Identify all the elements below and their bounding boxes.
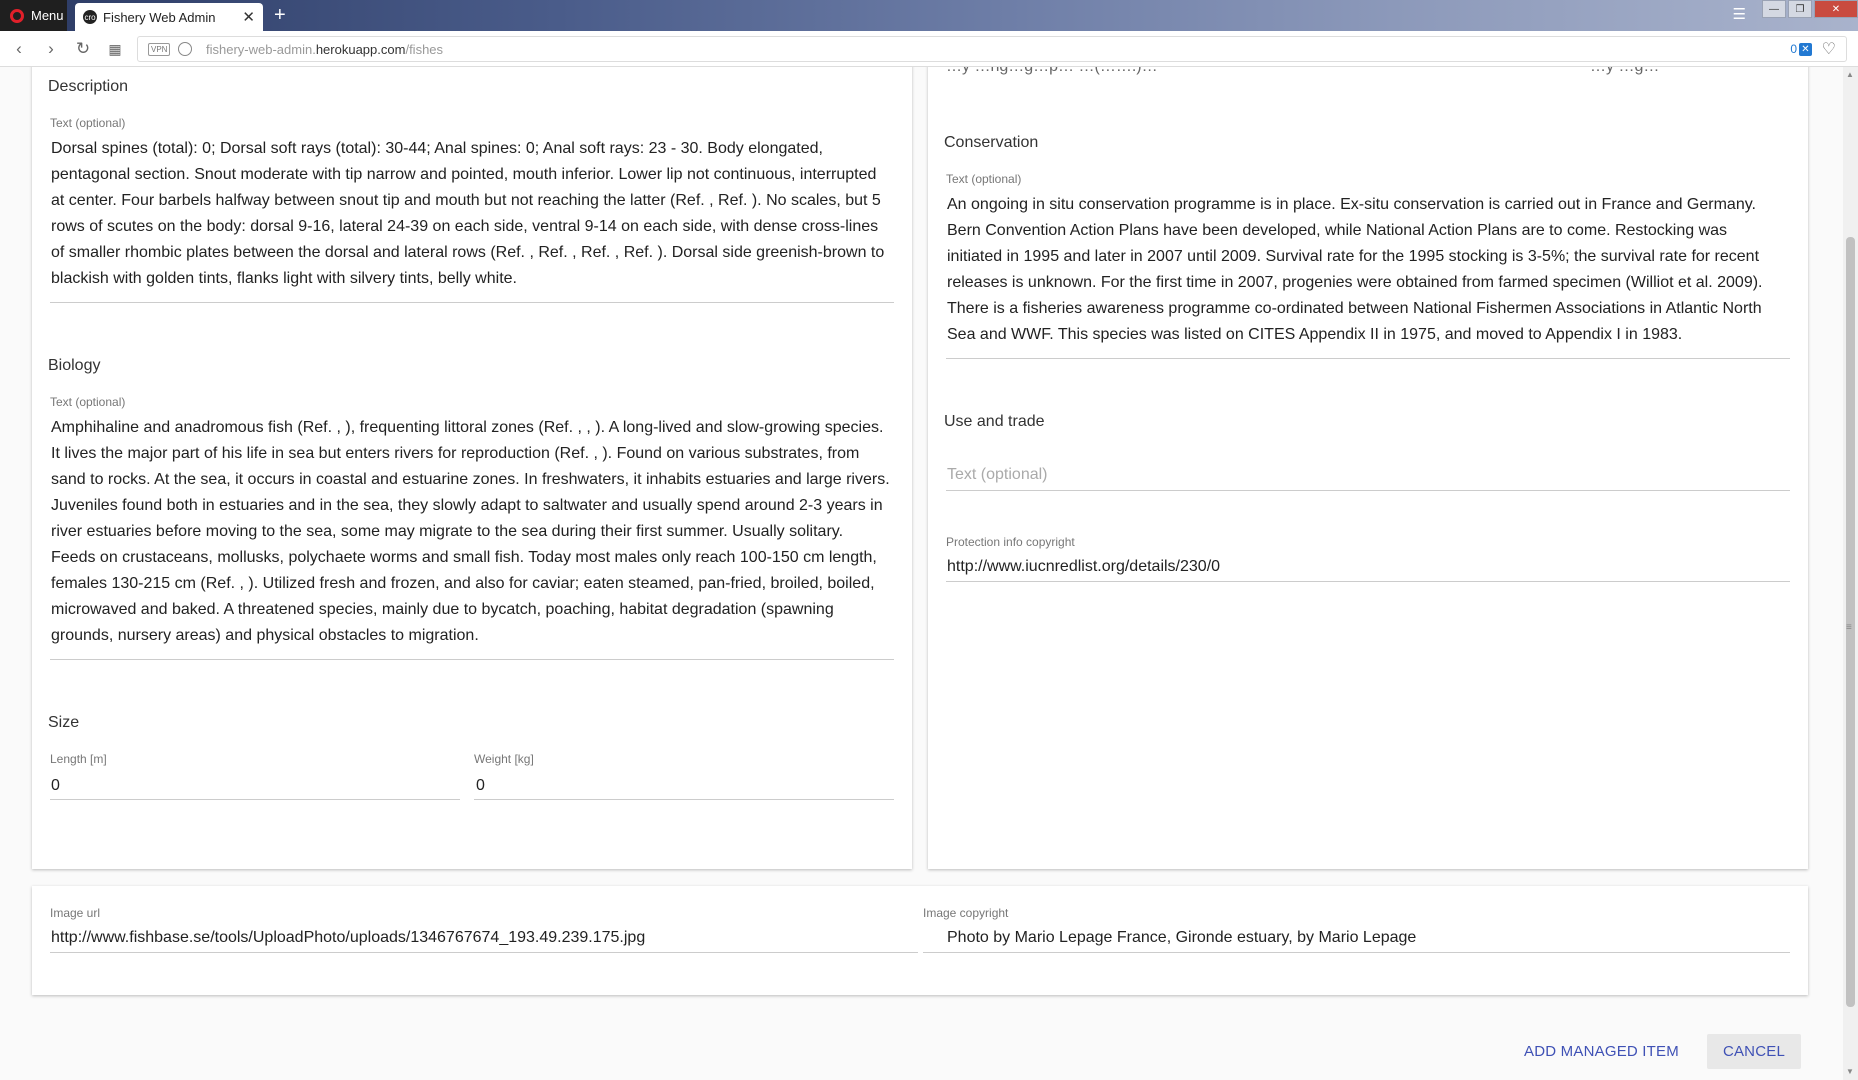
text-line: females 130-215 cm (Ref. , ). Utilized f… bbox=[51, 575, 875, 592]
text-line: rows of scutes on the body: dorsal 9-16,… bbox=[51, 218, 879, 235]
scroll-down-icon[interactable]: ▼ bbox=[1846, 1067, 1854, 1076]
text-line: It lives the major part of his life in s… bbox=[51, 445, 860, 462]
scroll-up-icon[interactable]: ▲ bbox=[1846, 70, 1854, 79]
description-title: Description bbox=[48, 78, 129, 95]
tabs-menu-icon[interactable]: ☰ bbox=[1733, 5, 1746, 23]
text-line: Feeds on crustaceans, mollusks, polychae… bbox=[51, 549, 877, 566]
text-line: releases is unknown. For the first time … bbox=[947, 274, 1763, 291]
text-line: of smaller rhombic plates between the do… bbox=[51, 244, 885, 261]
image-card: Image url http://www.fishbase.se/tools/U… bbox=[32, 886, 1808, 995]
protection-copyright-underline bbox=[946, 581, 1790, 582]
reload-icon[interactable]: ↻ bbox=[72, 38, 94, 60]
text-line: Dorsal spines (total): 0; Dorsal soft ra… bbox=[51, 140, 823, 157]
form-actions: ADD MANAGED ITEM CANCEL bbox=[1508, 1034, 1801, 1069]
length-label: Length [m] bbox=[50, 752, 107, 766]
text-line: initiated in 1995 and later in 2007 unti… bbox=[947, 248, 1760, 265]
image-url-input[interactable]: http://www.fishbase.se/tools/UploadPhoto… bbox=[51, 925, 645, 951]
length-input[interactable]: 0 bbox=[51, 773, 60, 799]
text-line: Amphihaline and anadromous fish (Ref. , … bbox=[51, 419, 884, 436]
text-line: There is a fisheries awareness programme… bbox=[947, 300, 1762, 317]
right-card: …y …ng…g…p… …(…….)… …y …g… Conservation … bbox=[928, 67, 1808, 869]
description-label: Text (optional) bbox=[50, 116, 126, 130]
description-underline bbox=[50, 302, 894, 303]
partial-field-left[interactable]: …y …ng…g…p… …(…….)… bbox=[946, 67, 1566, 80]
use-trade-title: Use and trade bbox=[944, 413, 1045, 430]
conservation-underline bbox=[946, 358, 1790, 359]
maximize-icon[interactable]: ❐ bbox=[1788, 0, 1812, 18]
biology-underline bbox=[50, 659, 894, 660]
browser-tab[interactable]: cro Fishery Web Admin ✕ bbox=[75, 3, 263, 31]
menu-label: Menu bbox=[31, 8, 64, 23]
page-scrollbar[interactable]: ▲ ≡ ▼ bbox=[1843, 67, 1858, 1080]
weight-input[interactable]: 0 bbox=[476, 773, 485, 799]
description-textarea[interactable]: Dorsal spines (total): 0; Dorsal soft ra… bbox=[51, 136, 891, 292]
protection-copyright-input[interactable]: http://www.iucnredlist.org/details/230/0 bbox=[947, 554, 1220, 580]
left-card: Description Text (optional) Dorsal spine… bbox=[32, 67, 912, 869]
ad-blocker[interactable]: 0 ✕ bbox=[1790, 42, 1812, 56]
conservation-label: Text (optional) bbox=[946, 172, 1022, 186]
browser-tab-bar: Menu cro Fishery Web Admin ✕ + ☰ — ❐ ✕ bbox=[0, 0, 1858, 31]
heart-icon[interactable]: ♡ bbox=[1822, 39, 1836, 59]
image-url-label: Image url bbox=[50, 906, 101, 920]
use-trade-input[interactable]: Text (optional) bbox=[947, 466, 1048, 484]
protection-copyright-label: Protection info copyright bbox=[946, 535, 1075, 549]
back-icon[interactable]: ‹ bbox=[8, 38, 30, 60]
url-path: /fishes bbox=[405, 42, 444, 57]
url-host-main: herokuapp.com bbox=[315, 42, 406, 57]
image-copyright-label: Image copyright bbox=[923, 906, 1009, 920]
conservation-textarea[interactable]: An ongoing in situ conservation programm… bbox=[947, 192, 1792, 348]
text-line: Bern Convention Action Plans have been d… bbox=[947, 222, 1728, 239]
text-line: microwaved and baked. A threatened speci… bbox=[51, 601, 834, 618]
url-host-prefix: fishery-web-admin. bbox=[206, 42, 316, 57]
image-url-underline bbox=[50, 952, 918, 953]
length-underline bbox=[50, 799, 460, 800]
globe-icon[interactable] bbox=[178, 42, 192, 56]
weight-underline bbox=[474, 799, 894, 800]
text-line: sand to rocks. At the sea, it occurs in … bbox=[51, 471, 890, 488]
text-line: blackish with golden tints, flanks light… bbox=[51, 270, 517, 287]
blocker-count: 0 bbox=[1790, 42, 1797, 56]
plus-icon[interactable]: + bbox=[274, 4, 286, 27]
biology-textarea[interactable]: Amphihaline and anadromous fish (Ref. , … bbox=[51, 415, 891, 649]
text-line: grounds, nursery areas) and physical obs… bbox=[51, 627, 479, 644]
size-title: Size bbox=[48, 714, 80, 731]
text-line: Sea and WWF. This species was listed on … bbox=[947, 326, 1683, 343]
text-line: An ongoing in situ conservation programm… bbox=[947, 196, 1756, 213]
cancel-button[interactable]: CANCEL bbox=[1706, 1034, 1801, 1069]
image-copyright-input[interactable]: Photo by Mario Lepage France, Gironde es… bbox=[947, 925, 1416, 951]
opera-icon bbox=[10, 8, 24, 23]
scroll-grip-icon: ≡ bbox=[1846, 622, 1852, 633]
partial-field-right[interactable]: …y …g… bbox=[1590, 67, 1786, 80]
opera-menu-button[interactable]: Menu bbox=[0, 0, 67, 31]
text-line: river estuaries before moving to the sea… bbox=[51, 523, 844, 540]
window-controls: ☰ — ❐ ✕ bbox=[1733, 0, 1858, 31]
tab-title: Fishery Web Admin bbox=[103, 9, 216, 25]
close-icon[interactable]: ✕ bbox=[242, 8, 255, 26]
window-close-icon[interactable]: ✕ bbox=[1814, 0, 1858, 18]
url-text[interactable]: fishery-web-admin.herokuapp.com/fishes bbox=[206, 42, 443, 57]
forward-icon[interactable]: › bbox=[40, 38, 62, 60]
tab-favicon-icon: cro bbox=[83, 10, 97, 24]
minimize-icon[interactable]: — bbox=[1762, 0, 1786, 18]
page-viewport: Description Text (optional) Dorsal spine… bbox=[0, 67, 1843, 1080]
text-line: Juveniles found both in estuaries and in… bbox=[51, 497, 883, 514]
text-line: pentagonal section. Snout moderate with … bbox=[51, 166, 877, 183]
use-trade-underline bbox=[946, 490, 1790, 491]
speed-dial-icon[interactable]: ▦ bbox=[104, 38, 126, 60]
address-bar: ‹ › ↻ ▦ VPN fishery-web-admin.herokuapp.… bbox=[0, 31, 1858, 67]
vpn-badge[interactable]: VPN bbox=[148, 43, 171, 56]
biology-title: Biology bbox=[48, 357, 101, 374]
conservation-title: Conservation bbox=[944, 134, 1039, 151]
ad-blocker-icon: ✕ bbox=[1799, 42, 1812, 56]
add-managed-item-button[interactable]: ADD MANAGED ITEM bbox=[1508, 1034, 1695, 1069]
biology-label: Text (optional) bbox=[50, 395, 126, 409]
text-line: at center. Four barbels halfway between … bbox=[51, 192, 881, 209]
url-field[interactable]: VPN fishery-web-admin.herokuapp.com/fish… bbox=[137, 36, 1847, 62]
image-copyright-underline bbox=[923, 952, 1790, 953]
weight-label: Weight [kg] bbox=[474, 752, 534, 766]
